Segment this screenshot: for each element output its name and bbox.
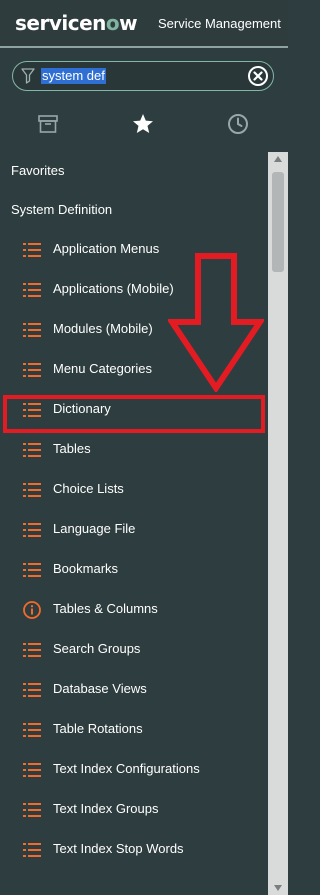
filter-icon [21,68,35,89]
star-icon [132,113,154,139]
scroll-down-arrow-icon[interactable] [274,885,282,891]
scrollbar-thumb[interactable] [272,172,284,272]
app-header: servicenow Service Management [0,0,288,48]
annotation-highlight-box [3,395,265,433]
annotation-down-arrow-icon [166,252,266,397]
section-system-definition[interactable]: System Definition [11,202,112,217]
list-icon [23,521,41,539]
list-icon [23,441,41,459]
navigator-search-field[interactable]: system def [12,61,274,91]
list-icon [23,641,41,659]
list-icon [23,681,41,699]
navigator-scrollbar[interactable] [268,152,288,895]
list-icon [23,801,41,819]
module-database-views[interactable]: Database Views [0,670,268,710]
tab-all-applications[interactable] [18,106,78,146]
module-tables[interactable]: Tables [0,430,268,470]
list-icon [23,721,41,739]
module-text-index-stop-words[interactable]: Text Index Stop Words [0,830,268,870]
module-bookmarks[interactable]: Bookmarks [0,550,268,590]
archive-box-icon [38,114,58,138]
clear-search-icon[interactable] [247,65,269,92]
info-circle-icon [23,601,41,619]
module-choice-lists[interactable]: Choice Lists [0,470,268,510]
module-text-index-groups[interactable]: Text Index Groups [0,790,268,830]
list-icon [23,481,41,499]
module-search-groups[interactable]: Search Groups [0,630,268,670]
module-table-rotations[interactable]: Table Rotations [0,710,268,750]
module-language-file[interactable]: Language File [0,510,268,550]
navigator-tabs [0,106,288,150]
list-icon [23,361,41,379]
module-text-index-configurations[interactable]: Text Index Configurations [0,750,268,790]
list-icon [23,761,41,779]
tab-favorites[interactable] [113,106,173,146]
header-subtitle: Service Management [158,16,281,31]
section-favorites[interactable]: Favorites [11,163,64,178]
list-icon [23,561,41,579]
list-icon [23,281,41,299]
list-icon [23,841,41,859]
search-input[interactable]: system def [41,68,106,84]
scroll-up-arrow-icon[interactable] [274,156,282,162]
list-icon [23,321,41,339]
servicenow-logo[interactable]: servicenow [15,11,138,35]
tab-history[interactable] [208,106,268,146]
module-tables-and-columns[interactable]: Tables & Columns [0,590,268,630]
clock-icon [227,113,249,140]
list-icon [23,241,41,259]
